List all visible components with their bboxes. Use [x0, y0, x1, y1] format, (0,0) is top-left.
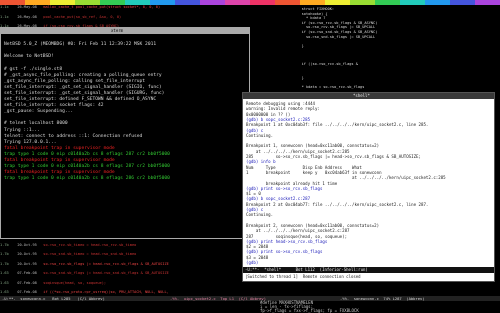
- terminal-line: # telnet localhost 8000: [4, 121, 68, 127]
- debugger-titlebar[interactable]: *shell*: [243, 93, 494, 99]
- gdb-output: Breakpoint 2, sonewconn (head=0xc11ab00,…: [246, 222, 380, 228]
- terminal-line: set_file_interrupt: _gst_set_signal_hand…: [4, 90, 165, 96]
- struct-line: if (so->so_rcv.sb_flags & SB_ASYNC): [280, 20, 378, 25]
- editor-line: 1.63 07-Feb-08 soqinsque(head, so, soque…: [0, 281, 106, 285]
- gdb-output: Remote debugging using :4444: [246, 101, 316, 106]
- revision-number: 1.7b: [0, 242, 18, 247]
- editor-line: 1.7b 20-Oct-95 so->so_snd.sb_timeo = hea…: [0, 252, 136, 256]
- trap-detail: trap type 1 code 0 eip c0140a2b cs 8 efl…: [4, 176, 170, 182]
- struct-line: so->so_snd.sb_flags |= SB_UPCALL: [280, 34, 376, 39]
- gdb-command: (gdb) print so->so_rcv.sb_flags: [246, 185, 323, 191]
- debugger-echo-area: |Switched to thread 1] Remote connection…: [243, 273, 494, 281]
- terminal-line: Trying ::1...: [4, 127, 40, 133]
- revision-date: 07-Feb-08: [17, 290, 44, 294]
- struct-line: }: [280, 76, 304, 80]
- minibuffer[interactable]: #define MAXHOSTNAMELEN i = len - fx->fif…: [0, 301, 500, 313]
- editor-line: 1.1x 26-May-08 malloc_cache_t pool_cache…: [0, 5, 160, 9]
- gdb-command: (gdb) b sopc_socket2.c:287: [246, 196, 311, 202]
- source-code: so->so_snd.sb_timeo = head->so_snd.sb_ti…: [43, 252, 137, 256]
- revision-number: 1.63: [0, 280, 18, 285]
- terminal-line: _gst_pause: Suspending...: [4, 109, 74, 115]
- revision-date: 20-Oct-95: [17, 242, 44, 247]
- struct-pane[interactable]: struct FIXHOOK: sotohooke) { * kdata 7 i…: [278, 5, 500, 95]
- source-code: soqinsque(head, so, soqueue);: [43, 280, 107, 285]
- source-code: so->so_rcv.sb_timeo = head->so_rcv.sb_ti…: [43, 242, 137, 247]
- terminal-line: NetBSD 5.0_Z (MEOMBDG) #0: Fri Feb 11 12…: [4, 42, 157, 48]
- revision-number: 1.63: [0, 271, 18, 275]
- terminal-line: Trying 127.0.0.1...: [4, 139, 57, 145]
- revision-date: 20-Oct-95: [17, 261, 44, 266]
- source-code: so->so_rcv.sb_flags |= head->so_rcv.sb_f…: [43, 261, 169, 266]
- gdb-output: Continuing.: [246, 132, 274, 138]
- trap-message: fatal breakpoint trap in supervisor mode: [4, 145, 115, 151]
- editor-line: 1.63 07-Feb-08 so->so_snd.sb_flags |= he…: [0, 271, 169, 275]
- gdb-output: at ../../../../kern/uipc_socket2.c:285: [246, 148, 350, 154]
- revision-number: 1.1x: [0, 5, 18, 9]
- struct-line: so->so_rcv.sb_flags |= SB_UPCALL: [280, 25, 376, 30]
- gdb-command: (gdb) c: [246, 207, 264, 212]
- gdb-output: Breakpoint 1, sonewconn (head=0xc11ab00,…: [246, 143, 380, 149]
- gdb-output: Num Type Disp Enb Address What: [246, 164, 362, 170]
- gdb-output: warning: Invalid remote reply:: [246, 106, 320, 112]
- gdb-output: breakpoint already hit 1 time: [246, 180, 338, 186]
- terminal-titlebar[interactable]: xterm: [1, 28, 249, 34]
- source-code: pool_cache_put(so_sb_ref, &so, 0, 0): [43, 14, 122, 19]
- trap-detail: trap type 1 code 0 eip c0140a2b cs 8 efl…: [4, 151, 170, 157]
- gdb-output: Breakpoint 1 at 0xc04ab3f: file ../../..…: [246, 122, 429, 128]
- gdb-command: (gdb) b sopc_socket2.c:285: [246, 116, 311, 122]
- revision-number: 1.7b: [0, 252, 18, 256]
- debugger-title: *shell*: [353, 93, 370, 98]
- editor-line: 1.7b 20-Oct-95 so->so_rcv.sb_flags |= he…: [0, 262, 169, 266]
- gdb-output: Continuing.: [246, 212, 274, 218]
- gdb-command: (gdb) info b: [246, 159, 276, 165]
- revision-date: 07-Feb-08: [17, 271, 44, 275]
- terminal-line: _gst_async_file_polling: calling set_fil…: [4, 78, 146, 84]
- gdb-command: (gdb): [246, 260, 261, 265]
- gdb-output: 285 so->so_rcv.sb_flags |= head->so_rcv.…: [246, 154, 421, 159]
- gdb-output: Breakpoint 2 at 0xc04ab77: file ../../..…: [246, 201, 429, 207]
- revision-date: 20-Oct-95: [17, 252, 44, 256]
- debugger-window[interactable]: *shell* Remote debugging using :4444 warn…: [242, 92, 495, 282]
- terminal-line: # _gst_async_file_polling: creating a po…: [4, 72, 162, 78]
- terminal-line: Welcome to NetBSD!: [4, 54, 54, 60]
- revision-date: 07-Feb-08: [17, 280, 44, 285]
- minibuffer-line-3: fp->f_flags = fxx->f_flags; fp = FXXBLOC…: [260, 308, 359, 313]
- editor-line: 1.1x 26-May-08 pool_cache_put(so_sb_ref,…: [0, 15, 121, 19]
- struct-line: * kdata = so->so_rcv.sb_flags: [280, 85, 365, 90]
- struct-line: sotohooke) {: [280, 11, 328, 16]
- editor-line: 1.7b 20-Oct-95 so->so_rcv.sb_timeo = hea…: [0, 243, 136, 247]
- struct-line: if (so->so_snd.sb_flags & SB_ASYNC): [280, 30, 378, 34]
- terminal-window[interactable]: xterm NetBSD 5.0_Z (MEOMBDG) #0: Fri Feb…: [0, 27, 250, 239]
- gdb-output: at ../../../../kern/uipc_socket2.c:287: [246, 228, 350, 234]
- struct-line: * kdata 7: [280, 16, 326, 21]
- gdb-command: (gdb) print so->so_rcv.sb_flags: [246, 249, 323, 255]
- terminal-line: # gst -f ./single.st8: [4, 66, 63, 72]
- source-code: if ((*so->so_proto->pr_usrreq)(so, PRU_A…: [43, 290, 169, 294]
- revision-date: 26-May-08: [17, 5, 44, 9]
- editor-line: 1.63 07-Feb-08 if ((*so->so_proto->pr_us…: [0, 290, 169, 294]
- gdb-command: (gdb) print head->so_rcv.sb_flags: [246, 238, 328, 244]
- gdb-output: 287 soqinsque(head, so, soqueue);: [246, 233, 348, 239]
- revision-number: 1.63: [0, 290, 18, 294]
- source-code: malloc_cache_t pool_cache_put(struct soc…: [43, 5, 161, 9]
- revision-number: 1.7b: [0, 261, 18, 266]
- gdb-output: $1 = 0: [246, 191, 261, 197]
- terminal-line: set_file_interrupt: _gst_set_signal_hand…: [4, 84, 162, 90]
- gdb-output: $3 = 2048: [246, 254, 269, 260]
- revision-number: 1.1x: [0, 14, 18, 19]
- struct-line: }: [280, 43, 304, 48]
- terminal-line: telnet: connect to address ::1: Connecti…: [4, 133, 143, 139]
- gdb-output: 1 breakpoint keep y 0xc04ab63f in sonewc…: [246, 169, 382, 175]
- terminal-title: xterm: [111, 28, 124, 33]
- gdb-output: $2 = 2048: [246, 244, 269, 250]
- struct-line: if ((so->so_rcv.sb_flags &: [280, 62, 358, 67]
- struct-line: struct FIXHOOK:: [280, 7, 335, 11]
- gdb-output: 0x0000000 in ?? (): [246, 111, 291, 117]
- revision-date: 26-May-08: [17, 14, 44, 19]
- gdb-command: (gdb) c: [246, 127, 264, 133]
- gdb-output: at ../../../../kern/uipc_socket2.c:285: [246, 175, 446, 181]
- source-code: so->so_snd.sb_flags |= head->so_snd.sb_f…: [43, 271, 169, 275]
